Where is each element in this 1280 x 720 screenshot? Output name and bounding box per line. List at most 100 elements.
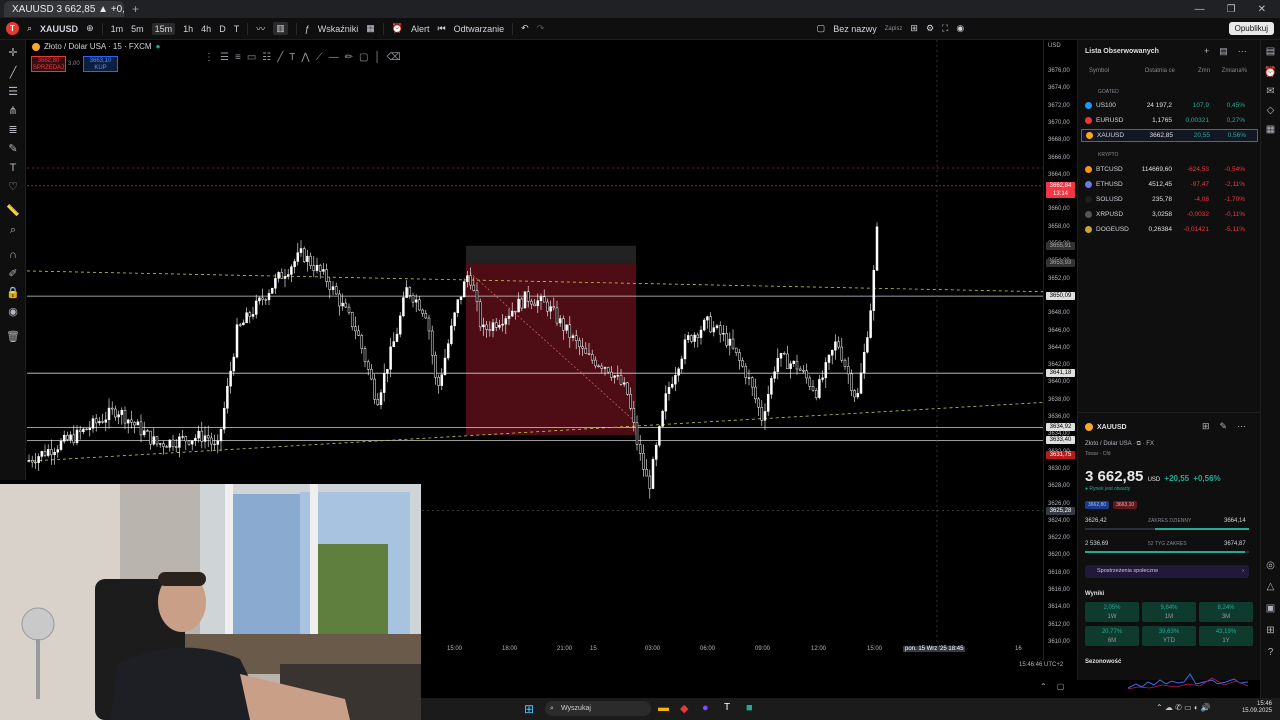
chat-icon[interactable]: ✉ bbox=[1264, 85, 1277, 98]
chart-type-line-icon[interactable]: 〰 bbox=[256, 22, 265, 35]
col-change-pct[interactable]: Zmiana% bbox=[1210, 68, 1247, 74]
pencil-lock-icon[interactable]: ✐ bbox=[6, 267, 20, 281]
interval-1h[interactable]: 1h bbox=[183, 24, 193, 34]
brush-tool-icon[interactable]: ✏ bbox=[345, 52, 353, 68]
seasonal-title[interactable]: Sezonowość bbox=[1085, 659, 1121, 665]
clock[interactable]: 15:46:46 UTC+2 bbox=[1019, 662, 1063, 668]
calendar-icon[interactable]: ▦ bbox=[1264, 123, 1277, 136]
publish-button[interactable]: Opublikuj bbox=[1228, 22, 1274, 35]
replay-button[interactable]: Odtwarzanie bbox=[454, 24, 505, 34]
trendline-tool-icon[interactable]: ⟋ bbox=[316, 52, 323, 68]
watchlist-row-us100[interactable]: US100 24 197,2 107,9 0,45% bbox=[1081, 99, 1258, 112]
new-tab-button[interactable]: + bbox=[132, 2, 139, 16]
text-icon[interactable]: T bbox=[6, 161, 20, 175]
layers-icon[interactable]: ◇ bbox=[1264, 104, 1277, 117]
chart-type-candles-icon[interactable]: ▥ bbox=[273, 22, 288, 35]
grid-layout-icon[interactable]: ⊞ bbox=[910, 23, 918, 34]
alert-button[interactable]: Alert bbox=[411, 24, 430, 34]
sell-button[interactable]: 3662,80 SPRZEDAJ bbox=[31, 56, 66, 72]
fib-icon[interactable]: ≣ bbox=[6, 123, 20, 137]
layout-icon[interactable]: ▢ bbox=[817, 23, 826, 34]
maximize-panel-icon[interactable]: ▢ bbox=[1057, 682, 1065, 691]
watchlist-title[interactable]: Lista Obserwowanych bbox=[1085, 48, 1159, 55]
text-tool-icon[interactable]: T bbox=[289, 52, 295, 68]
heart-icon[interactable]: ♡ bbox=[6, 180, 20, 194]
col-symbol[interactable]: Symbol bbox=[1085, 68, 1129, 74]
hline-tool-icon[interactable]: — bbox=[329, 52, 339, 68]
taskbar-search[interactable]: ⌕ Wyszukaj bbox=[545, 701, 651, 716]
close-window-button[interactable]: ✕ bbox=[1258, 4, 1266, 15]
alerts-icon[interactable]: ⏰ bbox=[1264, 66, 1277, 79]
discord-icon[interactable]: ● bbox=[702, 702, 709, 714]
watchlist-row-dogeusd[interactable]: DOGEUSD 0,26384 -0,01421 -5,11% bbox=[1081, 223, 1258, 236]
currency-label[interactable]: USD bbox=[1048, 43, 1061, 49]
watchlist-row-xauusd[interactable]: XAUUSD 3662,85 20,55 0,56% bbox=[1081, 129, 1258, 142]
interval-d[interactable]: D bbox=[219, 24, 226, 34]
file-explorer-icon[interactable]: ▬ bbox=[658, 702, 669, 714]
target-icon[interactable]: ◎ bbox=[1264, 559, 1277, 572]
price-axis[interactable]: USD 3676,00 3674,00 3672,00 3670,00 3668,00 3… bbox=[1043, 40, 1075, 660]
collapse-icon[interactable]: ⌃ bbox=[1040, 682, 1047, 691]
fib-retracement-icon[interactable]: ≡ bbox=[235, 52, 241, 68]
perf-6m[interactable]: 20,77% 6M bbox=[1085, 626, 1139, 646]
crosshair-icon[interactable]: ✛ bbox=[6, 46, 20, 60]
alert-icon[interactable]: ⏰ bbox=[392, 23, 403, 34]
windows-start-icon[interactable]: ⊞ bbox=[524, 702, 534, 716]
indicators-button[interactable]: Wskaźniki bbox=[318, 24, 359, 34]
perf-ytd[interactable]: 39,63% YTD bbox=[1142, 626, 1196, 646]
edit-icon[interactable]: ✎ bbox=[1220, 421, 1228, 432]
watchlist-row-solusd[interactable]: SOLUSD 235,78 -4,08 -1,70% bbox=[1081, 193, 1258, 206]
user-avatar[interactable]: T bbox=[6, 22, 19, 35]
path-icon[interactable]: ⋀ bbox=[301, 52, 309, 68]
buy-button[interactable]: 3663,10 KUP bbox=[83, 56, 118, 72]
ruler-icon[interactable]: 📏 bbox=[6, 204, 20, 218]
ideas-icon[interactable]: △ bbox=[1264, 580, 1277, 593]
ray-icon[interactable]: ╱ bbox=[277, 52, 283, 68]
tray-icons[interactable]: ⌃ ☁ ✆ ▭ ◐ 🔊 bbox=[1156, 703, 1211, 712]
parallel-channel-icon[interactable]: ☰ bbox=[220, 52, 229, 68]
maximize-button[interactable]: ❐ bbox=[1227, 4, 1236, 15]
symbol-button[interactable]: XAUUSD bbox=[40, 24, 78, 34]
col-last[interactable]: Ostatnia ce bbox=[1129, 68, 1175, 74]
horizontal-lines-icon[interactable]: ☰ bbox=[6, 85, 20, 99]
callout-icon[interactable]: ▢ bbox=[359, 52, 368, 68]
indicators-icon[interactable]: ƒ bbox=[305, 24, 310, 34]
help-icon[interactable]: ? bbox=[1264, 646, 1277, 659]
fullscreen-icon[interactable]: ⛶ bbox=[942, 23, 948, 34]
watchlist-row-ethusd[interactable]: ETHUSD 4512,45 -97,47 -2,11% bbox=[1081, 178, 1258, 191]
browser-tab[interactable]: XAUUSD 3 662,85 ▲ +0,56% | Bez ✕ bbox=[4, 1, 124, 17]
magnet-icon[interactable]: ∩ bbox=[6, 248, 20, 262]
perf-3m[interactable]: 8,24% 3M bbox=[1199, 602, 1253, 622]
trash-icon[interactable]: 🗑 bbox=[6, 330, 20, 344]
add-symbol-icon[interactable]: + bbox=[1204, 46, 1209, 57]
perf-1y[interactable]: 43,19% 1Y bbox=[1199, 626, 1253, 646]
rectangle-icon[interactable]: ▭ bbox=[247, 52, 256, 68]
details-symbol[interactable]: XAUUSD bbox=[1097, 424, 1127, 431]
app-icon[interactable]: ■ bbox=[746, 702, 753, 714]
tradingview-icon[interactable]: T bbox=[724, 702, 730, 713]
templates-icon[interactable]: ▦ bbox=[366, 23, 375, 34]
watchlist-row-xrpusd[interactable]: XRPUSD 3,0258 -0,0032 -0,11% bbox=[1081, 208, 1258, 221]
brave-icon[interactable]: ◆ bbox=[680, 702, 688, 715]
settings-icon[interactable]: ⚙ bbox=[926, 23, 934, 34]
minimize-button[interactable]: — bbox=[1195, 4, 1205, 15]
interval-1m[interactable]: 1m bbox=[111, 24, 124, 34]
grid-icon[interactable]: ⊞ bbox=[1202, 421, 1210, 432]
eye-icon[interactable]: ◉ bbox=[6, 305, 20, 319]
trendline-icon[interactable]: ╱ bbox=[6, 66, 20, 80]
interval-4h[interactable]: 4h bbox=[201, 24, 211, 34]
interval-15m[interactable]: 15m bbox=[151, 22, 176, 35]
replay-icon[interactable]: ⏮ bbox=[438, 23, 446, 34]
pitchfork-icon[interactable]: ⋔ bbox=[6, 104, 20, 118]
chart-title[interactable]: Złoto / Dolar USA · 15 · FXCM bbox=[44, 42, 152, 51]
section-goated[interactable]: GOATED bbox=[1098, 89, 1119, 95]
brush-icon[interactable]: ✎ bbox=[6, 142, 20, 156]
drag-handle-icon[interactable]: ⋮ bbox=[204, 52, 214, 68]
interval-t[interactable]: T bbox=[234, 24, 240, 34]
more-icon[interactable]: ⋯ bbox=[1238, 46, 1247, 57]
horizontal-ray-icon[interactable]: ☷ bbox=[262, 52, 271, 68]
calendar2-icon[interactable]: ▣ bbox=[1264, 602, 1277, 615]
perf-1m[interactable]: 9,84% 1M bbox=[1142, 602, 1196, 622]
interval-5m[interactable]: 5m bbox=[131, 24, 144, 34]
camera-icon[interactable]: ◉ bbox=[956, 23, 964, 34]
